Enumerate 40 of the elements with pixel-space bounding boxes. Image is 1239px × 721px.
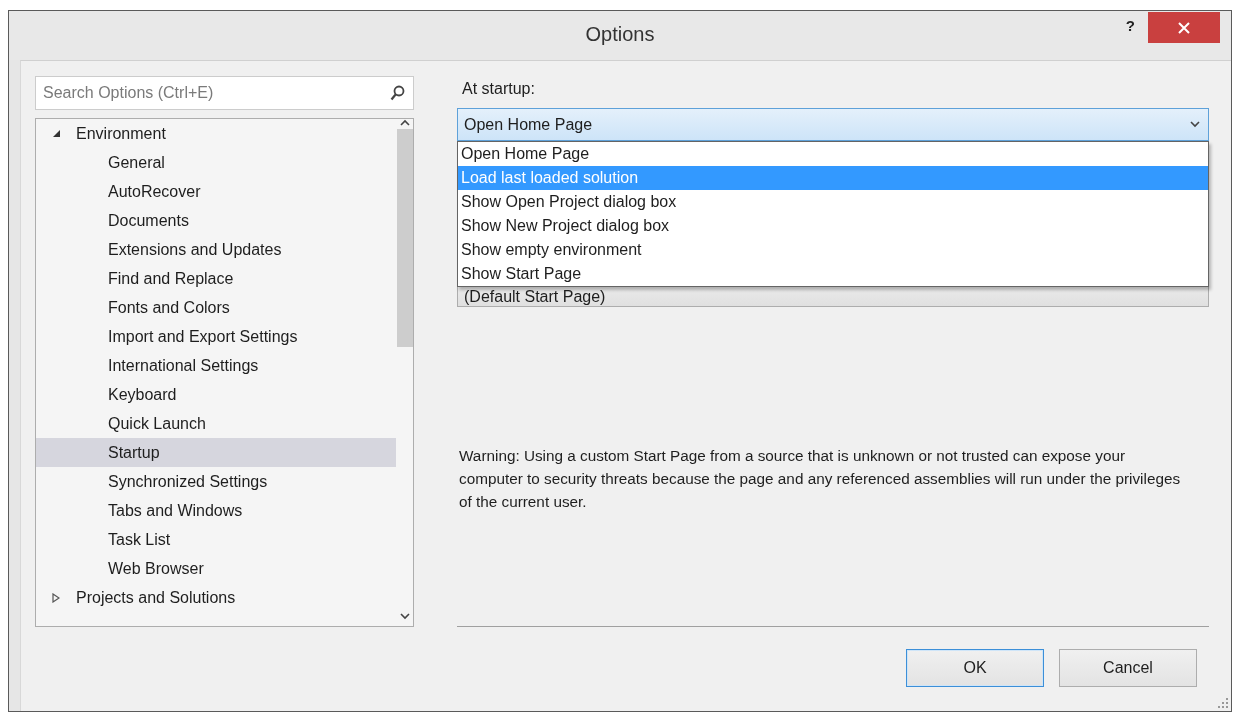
tree-item[interactable]: AutoRecover (36, 177, 396, 206)
dropdown-option[interactable]: Show New Project dialog box (458, 214, 1208, 238)
ok-button[interactable]: OK (906, 649, 1044, 687)
search-field[interactable]: Search Options (Ctrl+E) (35, 76, 414, 110)
tree-item[interactable]: Extensions and Updates (36, 235, 396, 264)
close-icon (1178, 21, 1190, 34)
expanded-triangle-icon[interactable] (51, 129, 61, 138)
tree-item[interactable]: Task List (36, 525, 396, 554)
cancel-button[interactable]: Cancel (1059, 649, 1197, 687)
collapsed-triangle-icon[interactable] (52, 592, 60, 603)
resize-grip-icon[interactable] (1218, 698, 1228, 708)
tree-item[interactable]: Fonts and Colors (36, 293, 396, 322)
tree-item[interactable]: General (36, 148, 396, 177)
dropdown-option[interactable]: Show empty environment (458, 238, 1208, 262)
scroll-down-icon (399, 612, 410, 620)
window-title: Options (585, 23, 655, 46)
dropdown-option[interactable]: Open Home Page (458, 142, 1208, 166)
tree-item[interactable]: Startup (36, 438, 396, 467)
dropdown-option[interactable]: Show Open Project dialog box (458, 190, 1208, 214)
at-startup-label: At startup: (461, 79, 536, 99)
scroll-up-icon (399, 119, 410, 126)
tree-item[interactable]: Tabs and Windows (36, 496, 396, 525)
help-button[interactable]: ? (1125, 17, 1135, 34)
at-startup-dropdown[interactable]: Open Home Page (457, 108, 1209, 141)
dropdown-option[interactable]: Show Start Page (458, 262, 1208, 286)
dropdown-chevron-icon (1190, 121, 1200, 128)
tree-item[interactable]: Find and Replace (36, 264, 396, 293)
tree-item[interactable]: Import and Export Settings (36, 322, 396, 351)
tree-item[interactable]: Documents (36, 206, 396, 235)
tree-item[interactable]: Web Browser (36, 554, 396, 583)
tree-item[interactable]: Environment (36, 119, 396, 148)
tree-item[interactable]: Projects and Solutions (36, 583, 396, 612)
tree-item[interactable]: Quick Launch (36, 409, 396, 438)
close-button[interactable] (1148, 12, 1220, 43)
search-icon (390, 85, 405, 101)
tree-item[interactable]: Keyboard (36, 380, 396, 409)
warning-text: Warning: Using a custom Start Page from a source that is unknown or not trusted can expose your computer to security threats because the page and any referenced assemblies will run under the privileges of the current user. (458, 446, 1181, 512)
scroll-thumb[interactable] (396, 129, 413, 347)
tree-item[interactable]: Synchronized Settings (36, 467, 396, 496)
tree-item[interactable]: International Settings (36, 351, 396, 380)
